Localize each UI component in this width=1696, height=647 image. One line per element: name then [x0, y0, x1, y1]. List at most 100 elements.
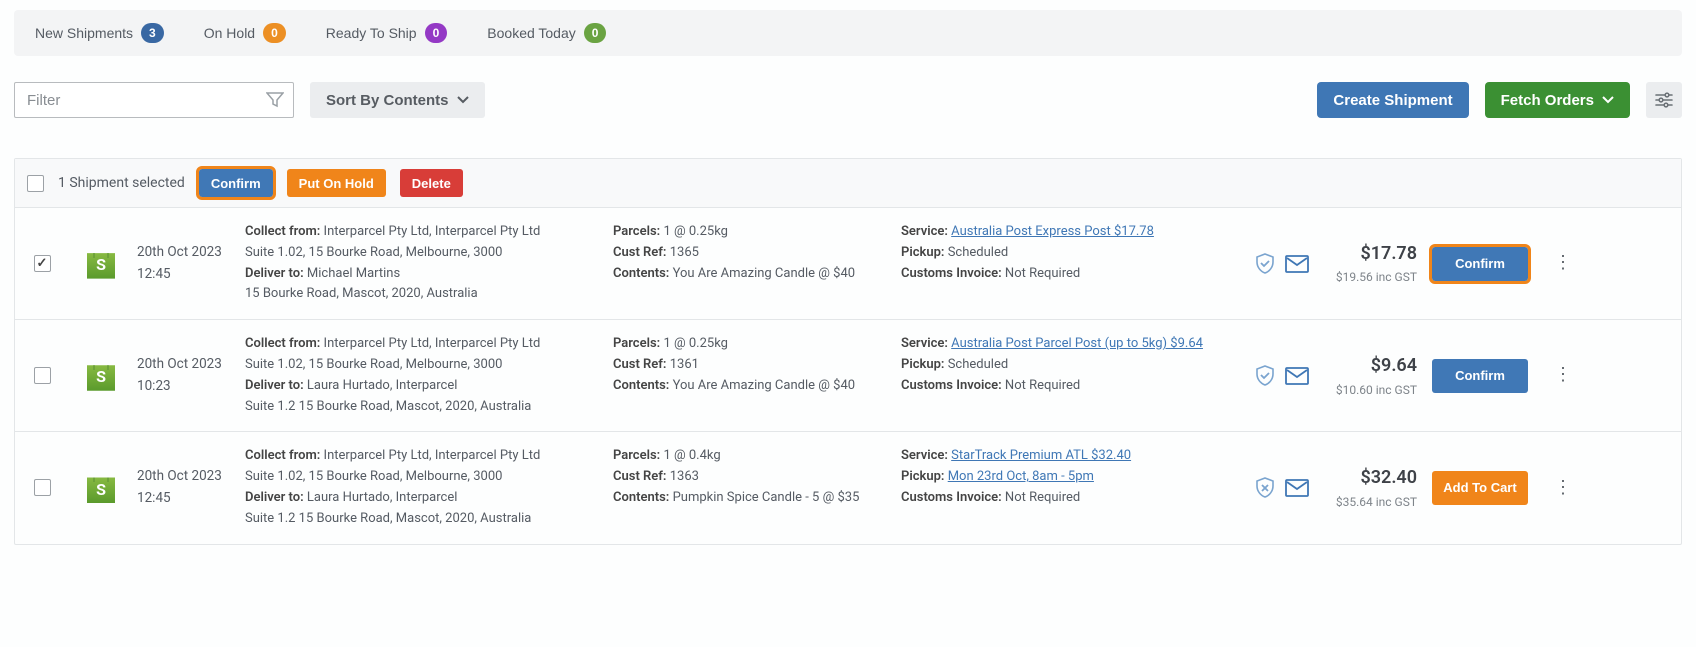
- parcels-value: 1 @ 0.25kg: [663, 336, 728, 351]
- row-checkbox[interactable]: [34, 255, 51, 272]
- shopify-icon: [87, 473, 115, 503]
- shopify-icon: [87, 249, 115, 279]
- pickup-value: Scheduled: [948, 357, 1008, 372]
- customs-label: Customs Invoice:: [901, 266, 1002, 281]
- tab-label: Ready To Ship: [326, 25, 417, 41]
- button-label: Fetch Orders: [1501, 92, 1594, 109]
- cust-ref-value: 1361: [670, 357, 699, 372]
- shipment-row: 20th Oct 202310:23Collect from: Interpar…: [15, 320, 1681, 432]
- parcels-label: Parcels:: [613, 224, 660, 239]
- parcel-column: Parcels: 1 @ 0.25kgCust Ref: 1361Content…: [613, 334, 893, 417]
- collect-from-address: Suite 1.02, 15 Bourke Road, Melbourne, 3…: [245, 467, 605, 488]
- more-menu-icon[interactable]: ⋮: [1543, 446, 1583, 529]
- cust-ref-label: Cust Ref:: [613, 469, 666, 484]
- tab-booked-today[interactable]: Booked Today 0: [472, 10, 621, 56]
- deliver-to-value: Laura Hurtado, Interparcel: [307, 490, 457, 505]
- create-shipment-button[interactable]: Create Shipment: [1317, 82, 1468, 118]
- tab-ready-to-ship[interactable]: Ready To Ship 0: [311, 10, 463, 56]
- service-column: Service: Australia Post Parcel Post (up …: [901, 334, 1221, 417]
- bulk-confirm-button[interactable]: Confirm: [199, 169, 273, 197]
- sliders-icon: [1655, 92, 1673, 108]
- tab-new-shipments[interactable]: New Shipments 3: [20, 10, 179, 56]
- collect-from-label: Collect from:: [245, 336, 320, 351]
- cust-ref-value: 1363: [670, 469, 699, 484]
- pickup-value: Scheduled: [948, 245, 1008, 260]
- collect-from-label: Collect from:: [245, 224, 320, 239]
- deliver-to-label: Deliver to:: [245, 490, 304, 505]
- add-to-cart-button[interactable]: Add To Cart: [1432, 471, 1528, 505]
- deliver-to-value: Michael Martins: [307, 266, 400, 281]
- customs-value: Not Required: [1005, 266, 1080, 281]
- price-value: $17.78: [1360, 240, 1417, 269]
- button-label: Create Shipment: [1333, 92, 1452, 109]
- pickup-label: Pickup:: [901, 245, 944, 260]
- shield-check-icon[interactable]: [1255, 253, 1275, 275]
- selection-count-text: 1 Shipment selected: [58, 175, 185, 191]
- email-icon[interactable]: [1285, 255, 1309, 273]
- service-label: Service:: [901, 224, 948, 239]
- shield-check-icon[interactable]: [1255, 365, 1275, 387]
- cust-ref-label: Cust Ref:: [613, 245, 666, 260]
- customs-label: Customs Invoice:: [901, 378, 1002, 393]
- price-inc-gst: $35.64 inc GST: [1336, 493, 1417, 512]
- filter-input[interactable]: [14, 82, 294, 118]
- pickup-link[interactable]: Mon 23rd Oct, 8am - 5pm: [948, 469, 1094, 484]
- service-column: Service: Australia Post Express Post $17…: [901, 222, 1221, 305]
- tab-count-badge: 0: [425, 23, 448, 43]
- more-menu-icon[interactable]: ⋮: [1543, 222, 1583, 305]
- collect-from-value: Interparcel Pty Ltd, Interparcel Pty Ltd: [324, 448, 541, 463]
- contents-value: You Are Amazing Candle @ $40: [673, 378, 856, 393]
- parcel-column: Parcels: 1 @ 0.25kgCust Ref: 1365Content…: [613, 222, 893, 305]
- order-date: 20th Oct 2023: [137, 354, 237, 376]
- service-link[interactable]: StarTrack Premium ATL $32.40: [951, 448, 1131, 463]
- parcels-label: Parcels:: [613, 448, 660, 463]
- deliver-to-label: Deliver to:: [245, 266, 304, 281]
- customs-value: Not Required: [1005, 490, 1080, 505]
- parcels-value: 1 @ 0.25kg: [663, 224, 728, 239]
- tab-label: On Hold: [204, 25, 255, 41]
- address-column: Collect from: Interparcel Pty Ltd, Inter…: [245, 446, 605, 529]
- confirm-button[interactable]: Confirm: [1432, 359, 1528, 393]
- shipment-row: 20th Oct 202312:45 Collect from: Interpar…: [15, 432, 1681, 543]
- shield-x-icon[interactable]: [1255, 477, 1275, 499]
- order-time: 12:45: [137, 488, 237, 510]
- filter-icon[interactable]: [266, 92, 284, 108]
- shopify-icon: [87, 361, 115, 391]
- order-date: 20th Oct 2023: [137, 466, 237, 488]
- parcels-value: 1 @ 0.4kg: [663, 448, 720, 463]
- address-column: Collect from: Interparcel Pty Ltd, Inter…: [245, 222, 605, 305]
- deliver-to-address: 15 Bourke Road, Mascot, 2020, Australia: [245, 284, 605, 305]
- deliver-to-label: Deliver to:: [245, 378, 304, 393]
- fetch-orders-button[interactable]: Fetch Orders: [1485, 82, 1630, 118]
- deliver-to-value: Laura Hurtado, Interparcel: [307, 378, 457, 393]
- email-icon[interactable]: [1285, 479, 1309, 497]
- bulk-delete-button[interactable]: Delete: [400, 169, 463, 197]
- sort-by-contents-button[interactable]: Sort By Contents: [310, 82, 485, 118]
- selection-bar: 1 Shipment selected Confirm Put On Hold …: [15, 159, 1681, 208]
- settings-button[interactable]: [1646, 82, 1682, 118]
- service-label: Service:: [901, 336, 948, 351]
- order-date: 20th Oct 2023: [137, 242, 237, 264]
- row-checkbox[interactable]: [34, 479, 51, 496]
- tab-on-hold[interactable]: On Hold 0: [189, 10, 301, 56]
- chevron-down-icon: [457, 96, 469, 104]
- service-link[interactable]: Australia Post Express Post $17.78: [951, 224, 1154, 239]
- status-tabs: New Shipments 3 On Hold 0 Ready To Ship …: [14, 10, 1682, 56]
- select-all-checkbox[interactable]: [27, 175, 44, 192]
- cust-ref-value: 1365: [670, 245, 699, 260]
- email-icon[interactable]: [1285, 367, 1309, 385]
- tab-label: Booked Today: [487, 25, 575, 41]
- confirm-button[interactable]: Confirm: [1432, 247, 1528, 281]
- parcel-column: Parcels: 1 @ 0.4kgCust Ref: 1363Contents…: [613, 446, 893, 529]
- more-menu-icon[interactable]: ⋮: [1543, 334, 1583, 417]
- bulk-hold-button[interactable]: Put On Hold: [287, 169, 386, 197]
- price-inc-gst: $10.60 inc GST: [1336, 381, 1417, 400]
- tab-label: New Shipments: [35, 25, 133, 41]
- chevron-down-icon: [1602, 96, 1614, 104]
- tab-count-badge: 3: [141, 23, 164, 43]
- row-checkbox[interactable]: [34, 367, 51, 384]
- price-value: $32.40: [1360, 464, 1417, 493]
- service-link[interactable]: Australia Post Parcel Post (up to 5kg) $…: [951, 336, 1203, 351]
- shipment-row: 20th Oct 202312:45Collect from: Interpar…: [15, 208, 1681, 320]
- price-inc-gst: $19.56 inc GST: [1336, 268, 1417, 287]
